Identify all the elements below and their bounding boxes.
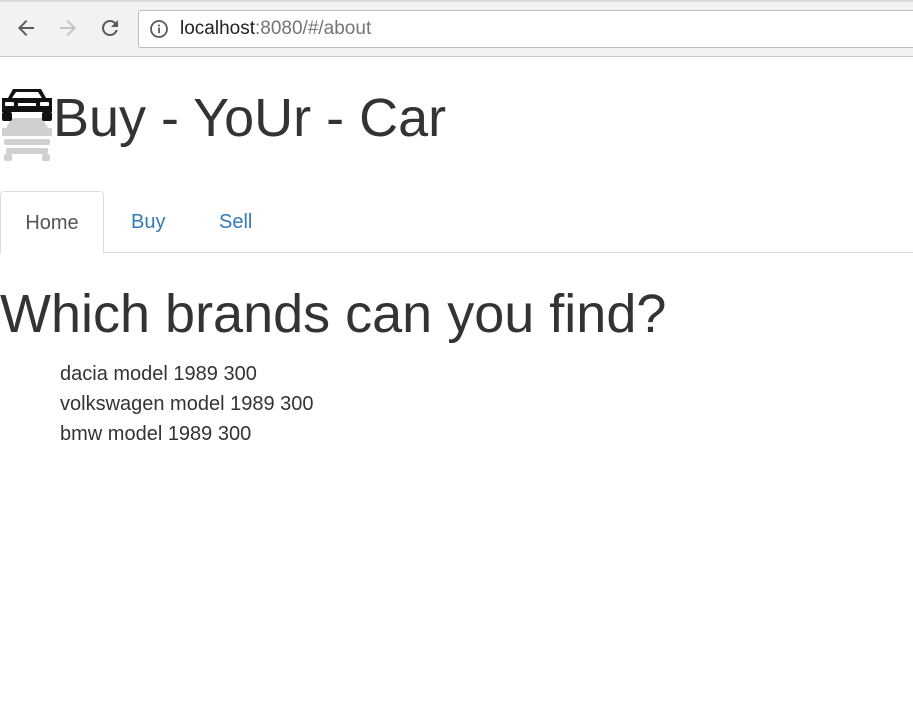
- forward-button[interactable]: [55, 15, 81, 41]
- address-bar[interactable]: localhost:8080/#/about: [138, 10, 913, 48]
- tab-home[interactable]: Home: [0, 191, 104, 254]
- forward-arrow-icon: [60, 20, 76, 36]
- url-path: :8080/#/about: [255, 18, 372, 39]
- nav-tabs: Home Buy Sell: [0, 191, 913, 254]
- url-host: localhost: [180, 18, 255, 39]
- list-item: dacia model 1989 300: [60, 363, 257, 385]
- brand-list: dacia model 1989 300 volkswagen model 19…: [60, 359, 314, 449]
- list-item: bmw model 1989 300: [60, 423, 252, 445]
- back-button[interactable]: [13, 15, 39, 41]
- site-title: Buy - YoUr - Car: [53, 88, 447, 148]
- tab-sell[interactable]: Sell: [195, 191, 276, 253]
- url-text[interactable]: localhost:8080/#/about: [180, 18, 371, 40]
- page-heading: Which brands can you find?: [0, 284, 667, 344]
- browser-toolbar: localhost:8080/#/about: [0, 0, 913, 57]
- list-item: volkswagen model 1989 300: [60, 393, 314, 415]
- back-arrow-icon: [18, 20, 34, 36]
- info-icon[interactable]: [149, 19, 169, 39]
- car-icon: [2, 89, 52, 161]
- reload-button[interactable]: [97, 15, 123, 41]
- tab-buy[interactable]: Buy: [107, 191, 189, 253]
- reload-icon: [101, 19, 118, 36]
- tab-strip-edge: [0, 0, 913, 2]
